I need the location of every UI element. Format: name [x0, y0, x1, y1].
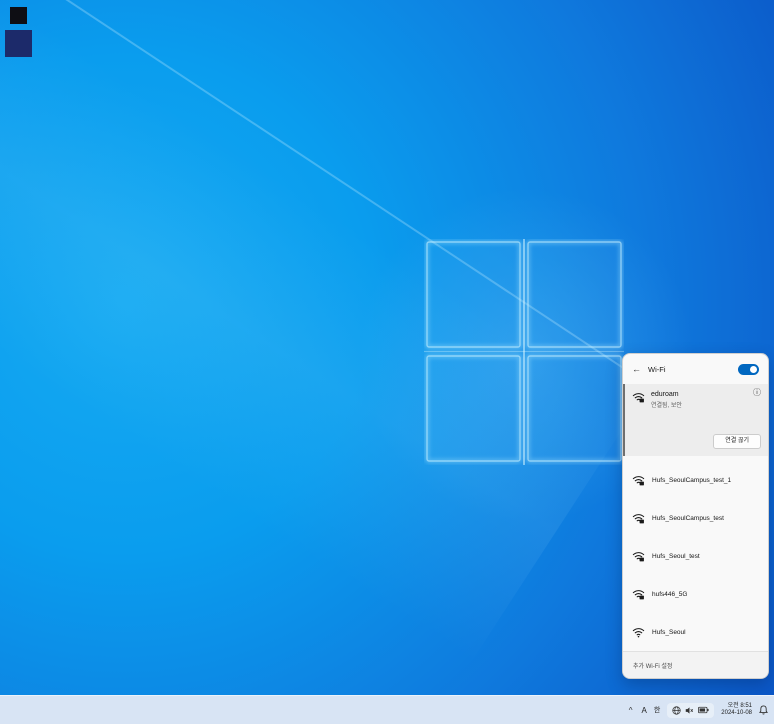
network-ssid: Hufs_Seoul: [652, 629, 686, 636]
wifi-toggle[interactable]: [738, 364, 759, 375]
language-indicator[interactable]: A: [642, 706, 647, 715]
info-icon[interactable]: ⓘ: [753, 389, 761, 397]
wifi-panel-header: ← Wi-Fi: [623, 354, 768, 384]
wifi-network-item[interactable]: Hufs_SeoulCampus_test_1: [623, 461, 768, 499]
wifi-network-item[interactable]: Hufs_Seoul_test: [623, 537, 768, 575]
desktop-icon-navy[interactable]: [5, 30, 32, 57]
clock-date: 2024-10-08: [721, 710, 752, 717]
wifi-network-list: Hufs_SeoulCampus_test_1 Hufs_SeoulCampus…: [623, 456, 768, 651]
network-ssid: hufs446_5G: [652, 591, 687, 598]
show-hidden-icons-chevron[interactable]: ^: [627, 706, 635, 715]
network-ssid: Hufs_SeoulCampus_test: [652, 515, 724, 522]
wifi-lock-icon: [632, 512, 645, 524]
system-tray-icons[interactable]: [667, 703, 714, 718]
wifi-lock-icon: [632, 550, 645, 562]
connected-network-item[interactable]: eduroam 연결됨, 보안 ⓘ 연결 끊기: [623, 384, 768, 456]
more-wifi-settings-link[interactable]: 추가 Wi-Fi 설정: [623, 651, 768, 678]
volume-icon: [685, 706, 694, 715]
connected-ssid: eduroam: [651, 391, 682, 398]
wifi-toggle-knob: [750, 366, 757, 373]
wifi-lock-icon: [632, 391, 645, 403]
connection-status: 연결됨, 보안: [651, 400, 682, 409]
windows-logo-wallpaper: [424, 239, 624, 465]
wifi-network-item[interactable]: Hufs_Seoul: [623, 613, 768, 651]
taskbar: ^ A 한 오전 8:51 2024-10-08: [0, 695, 774, 724]
wifi-flyout-panel: ← Wi-Fi eduroam 연결됨, 보안 ⓘ 연결 끊기: [622, 353, 769, 679]
network-ssid: Hufs_SeoulCampus_test_1: [652, 477, 731, 484]
wifi-panel-title: Wi-Fi: [648, 365, 738, 374]
globe-icon: [672, 706, 681, 715]
battery-icon: [698, 706, 709, 714]
taskbar-clock[interactable]: 오전 8:51 2024-10-08: [721, 703, 752, 717]
wifi-lock-icon: [632, 474, 645, 486]
desktop-icon-black[interactable]: [10, 7, 27, 24]
wifi-network-item[interactable]: Hufs_SeoulCampus_test: [623, 499, 768, 537]
wifi-icon: [632, 626, 645, 638]
wifi-network-item[interactable]: hufs446_5G: [623, 575, 768, 613]
bell-icon[interactable]: [759, 705, 770, 715]
korean-ime-indicator[interactable]: 한: [654, 705, 660, 715]
clock-time: 오전 8:51: [721, 703, 752, 710]
disconnect-button[interactable]: 연결 끊기: [713, 434, 761, 449]
network-ssid: Hufs_Seoul_test: [652, 553, 700, 560]
wifi-lock-icon: [632, 588, 645, 600]
back-arrow-icon[interactable]: ←: [632, 364, 641, 374]
